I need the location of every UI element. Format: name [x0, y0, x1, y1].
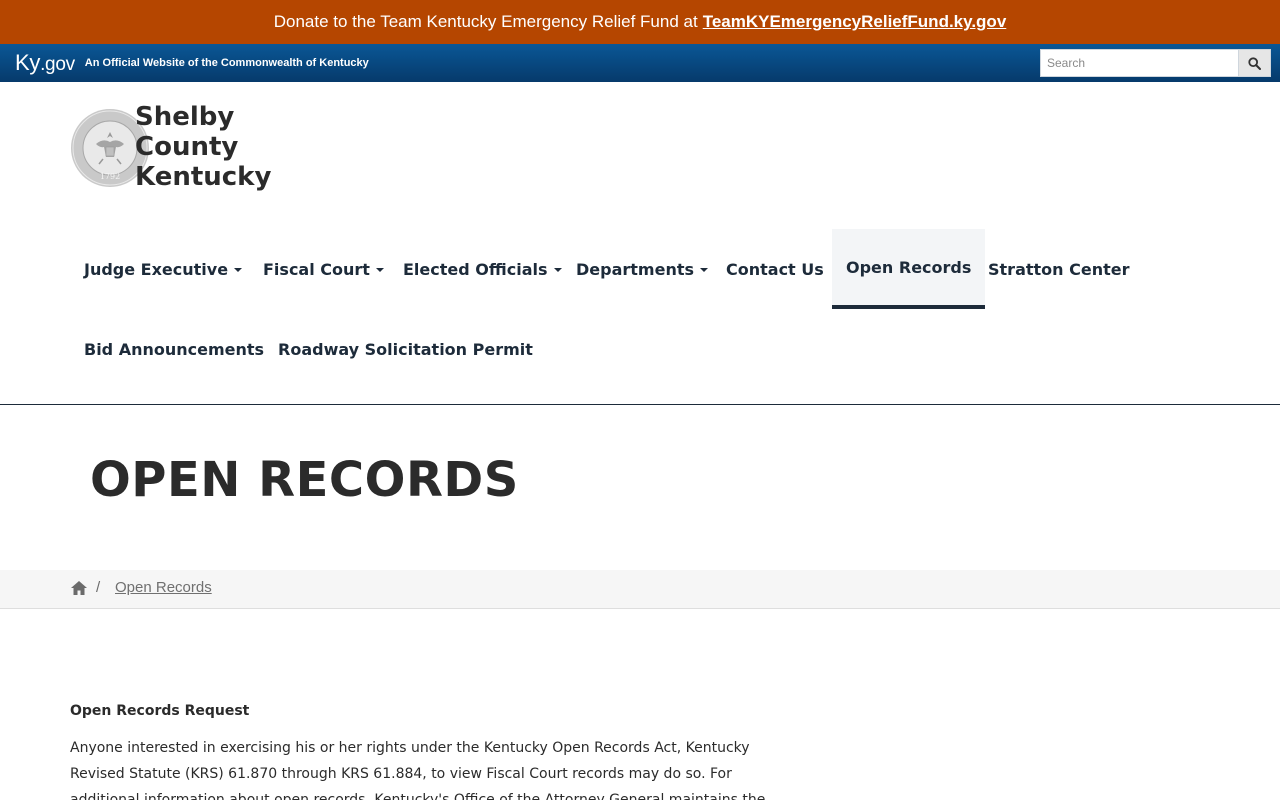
breadcrumb: / Open Records [0, 570, 1280, 609]
nav-item-label: Elected Officials [403, 259, 548, 279]
breadcrumb-current-link[interactable]: Open Records [115, 579, 212, 596]
kygov-logo-main: Ky [15, 50, 41, 75]
caret-down-icon [700, 268, 709, 272]
home-icon[interactable] [70, 580, 88, 596]
nav-item-bid-announcements[interactable]: Bid Announcements [70, 309, 278, 389]
nav-item-fiscal-court[interactable]: Fiscal Court [249, 229, 398, 309]
nav-item-label: Fiscal Court [263, 259, 370, 279]
search-form [1040, 49, 1271, 77]
search-icon [1248, 56, 1261, 70]
breadcrumb-separator: / [96, 579, 101, 596]
nav-item-label: Roadway Solicitation Permit [278, 339, 533, 359]
donate-link[interactable]: TeamKYEmergencyReliefFund.ky.gov [703, 12, 1007, 32]
nav-item-elected-officials[interactable]: Elected Officials [389, 229, 576, 309]
site-title-line: Shelby [135, 102, 235, 132]
donate-banner: Donate to the Team Kentucky Emergency Re… [0, 0, 1280, 44]
kygov-tagline: An Official Website of the Commonwealth … [84, 57, 369, 69]
page-title: OPEN RECORDS [90, 452, 519, 508]
nav-item-label: Contact Us [726, 259, 824, 279]
search-button[interactable] [1238, 49, 1271, 77]
nav-divider [0, 404, 1280, 405]
site-title-line: County [135, 132, 239, 162]
donate-text: Donate to the Team Kentucky Emergency Re… [273, 12, 698, 31]
body-paragraph: Anyone interested in exercising his or h… [70, 740, 766, 800]
site-title-line: Kentucky [135, 162, 272, 192]
section-heading: Open Records Request [70, 703, 250, 719]
nav-item-stratton-center[interactable]: Stratton Center [974, 229, 1143, 309]
seal-year: 1792 [100, 172, 120, 181]
caret-down-icon [375, 268, 384, 272]
nav-item-label: Departments [576, 259, 695, 279]
kygov-logo[interactable]: Ky.gov [15, 50, 75, 76]
site-title[interactable]: Shelby County Kentucky [135, 102, 271, 192]
search-input[interactable] [1040, 49, 1238, 77]
caret-down-icon [234, 268, 243, 272]
nav-item-label: Bid Announcements [84, 339, 265, 359]
caret-down-icon [553, 268, 562, 272]
nav-item-contact-us[interactable]: Contact Us [712, 229, 838, 309]
kygov-header: Ky.gov An Official Website of the Common… [0, 44, 1280, 82]
nav-item-label: Stratton Center [988, 259, 1130, 279]
nav-item-judge-executive[interactable]: Judge Executive [70, 229, 256, 309]
nav-item-label: Open Records [846, 257, 972, 277]
kygov-logo-suffix: .gov [40, 54, 75, 75]
nav-item-label: Judge Executive [84, 259, 229, 279]
nav-item-open-records[interactable]: Open Records [832, 229, 986, 309]
nav-item-departments[interactable]: Departments [562, 229, 722, 309]
nav-item-roadway-solicitation-permit[interactable]: Roadway Solicitation Permit [264, 309, 547, 389]
